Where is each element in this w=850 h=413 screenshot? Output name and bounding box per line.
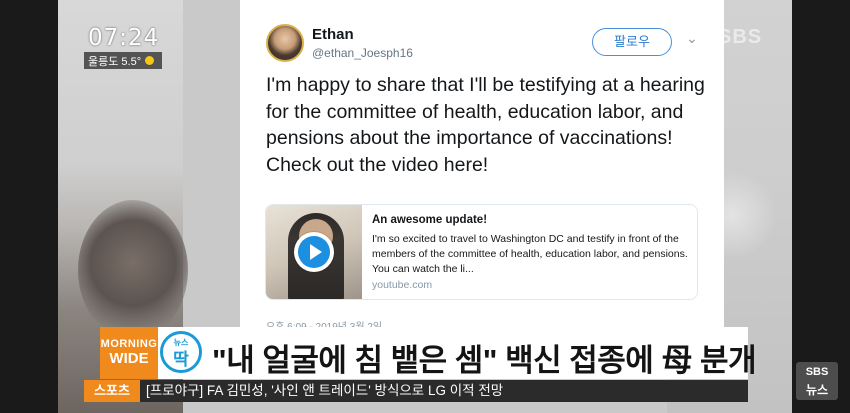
play-icon[interactable] — [294, 232, 334, 272]
sbs-news-logo-top: SBS — [805, 366, 829, 378]
sun-icon — [145, 56, 154, 65]
tweet-author-name[interactable]: Ethan — [312, 26, 354, 43]
program-logo: MORNING WIDE — [100, 327, 158, 379]
play-icon-circle — [298, 236, 330, 268]
video-thumbnail[interactable] — [266, 205, 362, 299]
card-description: I'm so excited to travel to Washington D… — [372, 233, 688, 275]
headline-banner: MORNING WIDE 뉴스 딱 "내 얼굴에 침 뱉은 셈" 백신 접종에 … — [100, 327, 757, 379]
tweet-card: Ethan @ethan_Joesph16 팔로우 ⌄ I'm happy to… — [240, 0, 724, 333]
news-ticker: 스포츠 [프로야구] FA 김민성, '사인 앤 트레이드' 방식으로 LG 이… — [84, 380, 748, 402]
weather-text: 울릉도 5.5° — [88, 56, 142, 68]
ticker-text: [프로야구] FA 김민성, '사인 앤 트레이드' 방식으로 LG 이적 전망 — [146, 383, 504, 398]
play-triangle-icon — [310, 244, 322, 260]
tweet-author-handle[interactable]: @ethan_Joesph16 — [312, 46, 413, 60]
sbs-news-logo: SBS 뉴스 — [796, 362, 838, 400]
sbs-news-logo-bottom: 뉴스 — [805, 383, 829, 397]
link-preview-card[interactable]: An awesome update! I'm so excited to tra… — [265, 204, 698, 300]
chevron-down-icon[interactable]: ⌄ — [686, 30, 698, 47]
news-badge-icon: 뉴스 딱 — [160, 331, 202, 373]
tweet-text: I'm happy to share that I'll be testifyi… — [266, 74, 705, 176]
headline-text: "내 얼굴에 침 뱉은 셈" 백신 접종에 母 분개 — [212, 343, 757, 378]
badge-big-text: 딱 — [173, 350, 189, 369]
follow-button[interactable]: 팔로우 — [592, 28, 672, 56]
card-title: An awesome update! — [372, 214, 488, 226]
program-logo-top: MORNING — [100, 338, 158, 350]
broadcast-clock: 07:24 — [88, 25, 160, 51]
background-person-blur — [78, 200, 188, 340]
weather-box: 울릉도 5.5° — [84, 52, 162, 69]
program-logo-bottom: WIDE — [109, 350, 149, 367]
card-domain: youtube.com — [372, 279, 433, 291]
channel-watermark: SBS — [718, 26, 763, 48]
ticker-category: 스포츠 — [84, 380, 140, 402]
avatar[interactable] — [266, 24, 304, 62]
